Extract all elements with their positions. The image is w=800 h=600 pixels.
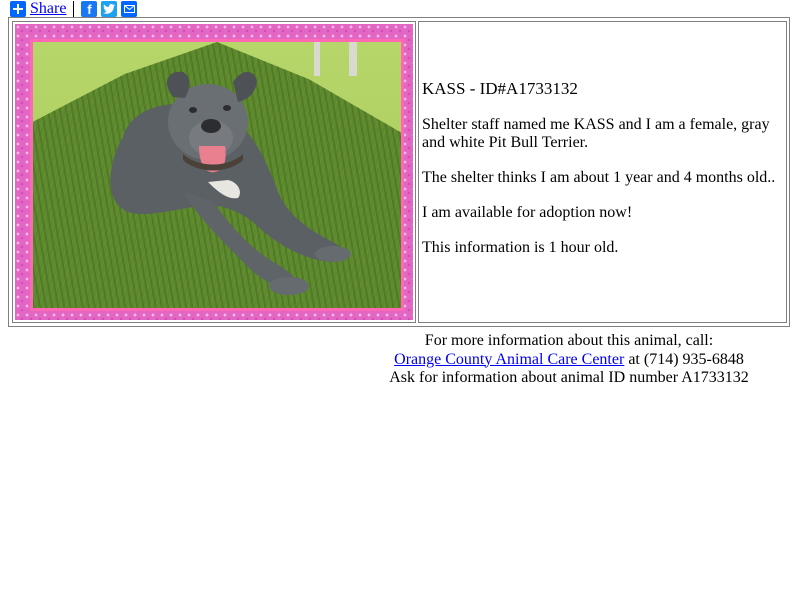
contact-ask: Ask for information about animal ID numb…	[389, 369, 749, 386]
animal-availability: I am available for adoption now!	[422, 204, 633, 221]
animal-table: KASS - ID#A1733132 Shelter staff named m…	[8, 17, 790, 327]
animal-description: Shelter staff named me KASS and I am a f…	[422, 116, 770, 151]
shelter-link[interactable]: Orange County Animal Care Center	[394, 351, 624, 368]
info-freshness: This information is 1 hour old.	[422, 239, 619, 256]
pink-photo-frame	[15, 24, 413, 320]
animal-info: KASS - ID#A1733132 Shelter staff named m…	[422, 80, 782, 274]
facebook-icon[interactable]: f	[81, 1, 98, 17]
share-bar: Share f	[10, 0, 141, 18]
contact-info: For more information about this animal, …	[349, 332, 789, 388]
email-icon[interactable]	[121, 1, 138, 17]
photo-scene	[33, 42, 401, 308]
animal-heading: KASS - ID#A1733132	[422, 79, 578, 98]
shelter-phone: at (714) 935-6848	[624, 350, 744, 368]
animal-age: The shelter thinks I am about 1 year and…	[422, 169, 776, 186]
share-link[interactable]: Share	[30, 0, 66, 18]
twitter-icon[interactable]	[101, 1, 118, 17]
share-divider	[73, 1, 75, 17]
share-plus-icon[interactable]	[10, 1, 26, 17]
contact-line: Orange County Animal Care Center at (714…	[349, 351, 789, 370]
contact-intro: For more information about this animal, …	[424, 332, 714, 349]
info-cell: KASS - ID#A1733132 Shelter staff named m…	[418, 21, 787, 323]
photo-cell	[12, 21, 416, 323]
animal-photo[interactable]	[30, 39, 404, 311]
